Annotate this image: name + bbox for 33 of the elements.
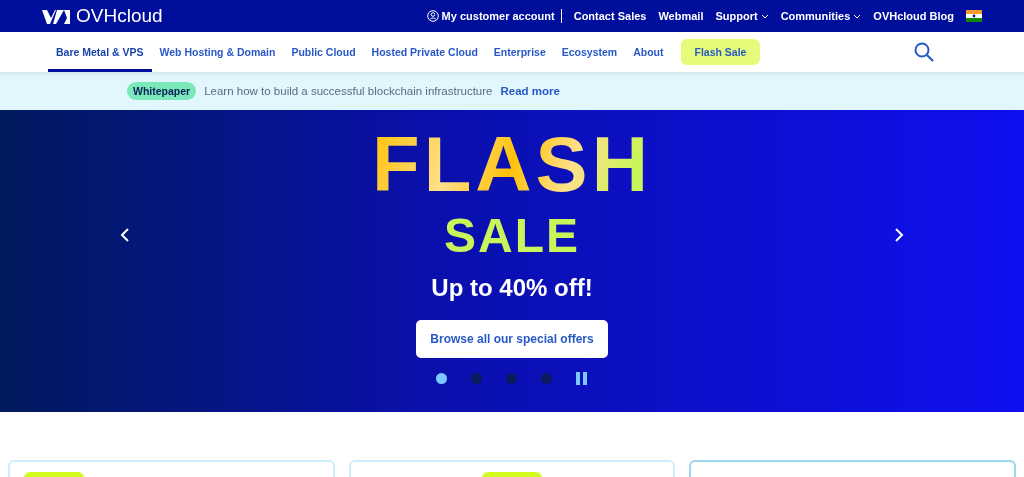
slide-dot[interactable]	[436, 373, 447, 384]
promo-text: Learn how to build a successful blockchain infrastructure	[204, 85, 493, 97]
top-link[interactable]: Webmail	[658, 10, 704, 22]
account-link[interactable]: My customer account	[426, 10, 555, 22]
nav-tab[interactable]: Web Hosting & Domain	[151, 32, 284, 72]
slide-dot[interactable]	[471, 373, 482, 384]
brand-name: OVHcloud	[76, 5, 163, 27]
whitepaper-tag: Whitepaper	[127, 82, 197, 100]
nav-tab[interactable]: Hosted Private Cloud	[363, 32, 486, 72]
top-link[interactable]: OVHcloud Blog	[873, 10, 954, 22]
read-more-link[interactable]: Read more	[500, 85, 560, 97]
user-icon	[426, 10, 439, 22]
nav-tab[interactable]: Public Cloud	[283, 32, 364, 72]
chevron-right-icon[interactable]	[894, 228, 904, 242]
nav-tab[interactable]: About	[625, 32, 672, 72]
top-link[interactable]: Contact Sales	[573, 10, 647, 22]
flag-icon[interactable]	[966, 10, 982, 22]
nav-tab[interactable]: Enterprise	[485, 32, 554, 72]
dropdown-link[interactable]: Communities	[780, 10, 862, 22]
chevron-down-icon	[853, 13, 862, 19]
chevron-left-icon[interactable]	[120, 228, 130, 242]
offer-text: Up to 40% off!	[431, 274, 593, 302]
slide-dot[interactable]	[541, 373, 552, 384]
search-icon[interactable]	[914, 42, 934, 62]
nav-tab[interactable]: Ecosystem	[553, 32, 626, 72]
flash-sale-button[interactable]: Flash Sale	[680, 39, 761, 65]
pause-icon[interactable]	[576, 372, 588, 385]
dropdown-link[interactable]: Support	[715, 10, 769, 22]
chevron-down-icon	[760, 13, 769, 19]
logo-icon[interactable]	[42, 7, 72, 25]
offers-button[interactable]: Browse all our special offers	[416, 320, 608, 358]
hero-subtitle: SALE	[444, 210, 580, 262]
slide-dot[interactable]	[506, 373, 517, 384]
